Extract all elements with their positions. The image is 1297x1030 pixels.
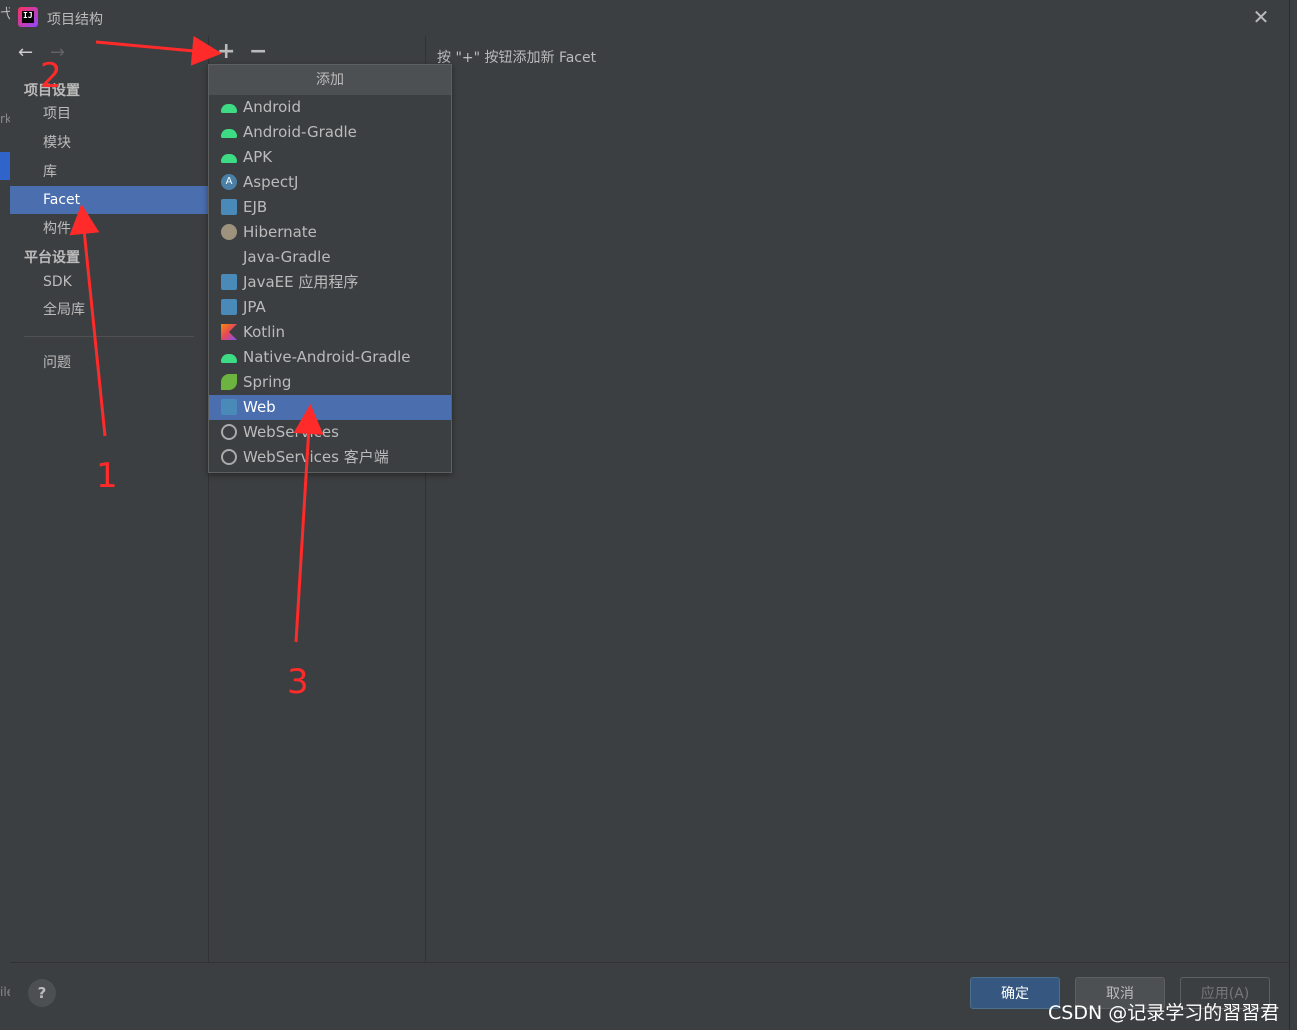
sidebar-item-project[interactable]: 项目 bbox=[10, 100, 208, 128]
sidebar-item-modules[interactable]: 模块 bbox=[10, 129, 208, 157]
background-window-strip: 弋 rk ile bbox=[0, 0, 14, 1030]
sidebar-item-facet[interactable]: Facet bbox=[10, 186, 208, 214]
annotation-label-3: 3 bbox=[287, 662, 309, 702]
remove-button[interactable]: − bbox=[249, 39, 267, 64]
popup-item-aspectj[interactable]: A AspectJ bbox=[209, 170, 451, 195]
annotation-label-1: 1 bbox=[96, 456, 118, 496]
aspectj-icon: A bbox=[221, 174, 237, 190]
add-facet-popup: 添加 Android Android-Gradle APK A AspectJ E… bbox=[208, 64, 452, 473]
facet-detail-panel: 按 "+" 按钮添加新 Facet bbox=[426, 36, 1289, 962]
help-button[interactable]: ? bbox=[28, 979, 56, 1007]
popup-item-hibernate[interactable]: Hibernate bbox=[209, 220, 451, 245]
ejb-icon bbox=[221, 199, 237, 215]
popup-item-jpa[interactable]: JPA bbox=[209, 295, 451, 320]
popup-item-android-gradle[interactable]: Android-Gradle bbox=[209, 120, 451, 145]
jpa-icon bbox=[221, 299, 237, 315]
watermark: CSDN @记录学习的習習君 bbox=[1048, 1002, 1280, 1024]
title-bar: IJ 项目结构 ✕ bbox=[10, 0, 1289, 36]
popup-title: 添加 bbox=[209, 65, 451, 95]
close-icon[interactable]: ✕ bbox=[1250, 6, 1272, 28]
back-arrow-icon[interactable]: ← bbox=[18, 42, 33, 63]
add-button[interactable]: + bbox=[217, 39, 235, 64]
popup-item-android[interactable]: Android bbox=[209, 95, 451, 120]
kotlin-icon bbox=[221, 324, 237, 340]
sidebar-item-artifacts[interactable]: 构件 bbox=[10, 215, 208, 243]
hibernate-icon bbox=[221, 224, 237, 240]
android-icon bbox=[221, 154, 237, 163]
popup-item-native-android-gradle[interactable]: Native-Android-Gradle bbox=[209, 345, 451, 370]
section-header-platform-settings: 平台设置 bbox=[24, 250, 80, 266]
sidebar-item-sdk[interactable]: SDK bbox=[10, 268, 208, 296]
globe-icon bbox=[221, 449, 237, 465]
popup-item-web[interactable]: Web bbox=[209, 395, 451, 420]
project-structure-dialog: IJ 项目结构 ✕ ← → 项目设置 项目 模块 库 Facet 构件 平台设置… bbox=[10, 0, 1289, 1030]
sidebar-item-libraries[interactable]: 库 bbox=[10, 158, 208, 186]
sidebar-divider bbox=[24, 336, 194, 337]
popup-item-java-gradle[interactable]: Java-Gradle bbox=[209, 245, 451, 270]
popup-item-javaee[interactable]: JavaEE 应用程序 bbox=[209, 270, 451, 295]
window-title: 项目结构 bbox=[47, 12, 103, 28]
annotation-label-2: 2 bbox=[40, 56, 62, 96]
popup-item-webservices[interactable]: WebServices bbox=[209, 420, 451, 445]
popup-item-ejb[interactable]: EJB bbox=[209, 195, 451, 220]
ok-button[interactable]: 确定 bbox=[970, 977, 1060, 1009]
web-icon bbox=[221, 399, 237, 415]
spring-icon bbox=[221, 374, 237, 390]
popup-item-kotlin[interactable]: Kotlin bbox=[209, 320, 451, 345]
popup-item-spring[interactable]: Spring bbox=[209, 370, 451, 395]
empty-hint-text: 按 "+" 按钮添加新 Facet bbox=[437, 50, 597, 66]
android-icon bbox=[221, 354, 237, 363]
sidebar-item-global-libraries[interactable]: 全局库 bbox=[10, 296, 208, 324]
intellij-icon: IJ bbox=[18, 7, 38, 27]
javaee-icon bbox=[221, 274, 237, 290]
popup-item-apk[interactable]: APK bbox=[209, 145, 451, 170]
popup-item-webservices-client[interactable]: WebServices 客户端 bbox=[209, 445, 451, 470]
android-icon bbox=[221, 104, 237, 113]
background-window-strip-right bbox=[1289, 0, 1297, 1030]
sidebar-item-problems[interactable]: 问题 bbox=[10, 349, 208, 377]
globe-icon bbox=[221, 424, 237, 440]
background-selection bbox=[0, 152, 10, 180]
android-icon bbox=[221, 129, 237, 138]
sidebar: ← → 项目设置 项目 模块 库 Facet 构件 平台设置 SDK 全局库 问… bbox=[10, 36, 208, 962]
